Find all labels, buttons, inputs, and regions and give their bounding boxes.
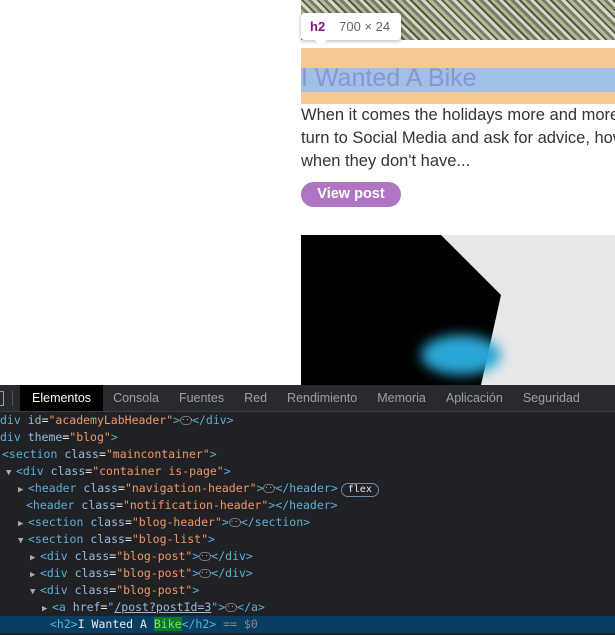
dom-node[interactable]: ▼ <section class="blog-list"> [0,531,615,548]
web-page: I Wanted A Bike h2 700 × 24 When it comes… [0,0,615,385]
excerpt-line: turn to Social Media and ask for advice,… [301,129,615,147]
dom-node[interactable]: ▼ <div class="container is-page"> [0,463,615,480]
dom-node[interactable]: ▶ <a href="/post?postId=3">···</a> [0,599,615,616]
dom-tree: div id="academyLabHeader">···</div> div t… [0,412,615,633]
post-title: I Wanted A Bike [301,64,477,92]
view-post-button[interactable]: View post [301,182,401,207]
dom-node[interactable]: div id="academyLabHeader">···</div> [0,412,615,429]
dom-node[interactable]: ▶ <div class="blog-post">···</div> [0,565,615,582]
ellipsis-icon[interactable]: ··· [180,416,194,425]
inspect-icon[interactable] [0,391,4,406]
tab-elementos[interactable]: Elementos [20,385,104,411]
devtools-tabs: Elementos Consola Fuentes Red Rendimient… [0,385,615,412]
dom-node[interactable]: div theme="blog"> [0,429,615,446]
post-image[interactable] [301,235,615,385]
tab-seguridad[interactable]: Seguridad [513,385,590,411]
tab-fuentes[interactable]: Fuentes [169,385,234,411]
ellipsis-icon[interactable]: ··· [263,484,277,493]
ellipsis-icon[interactable]: ··· [228,518,242,527]
excerpt-line: When it comes the holidays more and more… [301,106,615,124]
tooltip-tag: h2 [310,19,326,34]
dom-node[interactable]: <header class="notification-header"></he… [0,497,615,514]
tab-consola[interactable]: Consola [103,385,169,411]
dom-node[interactable]: <section class="maincontainer"> [0,446,615,463]
tab-aplicacion[interactable]: Aplicación [436,385,513,411]
inspect-tooltip: h2 700 × 24 [301,13,401,46]
tooltip-dimensions: 700 × 24 [339,19,391,34]
devtools-panel: Elementos Consola Fuentes Red Rendimient… [0,385,615,635]
flex-badge[interactable]: flex [340,483,379,497]
ellipsis-icon[interactable]: ··· [225,603,239,612]
tab-rendimiento[interactable]: Rendimiento [277,385,367,411]
search-highlight: Bike [153,617,182,631]
tab-red[interactable]: Red [234,385,277,411]
tab-memoria[interactable]: Memoria [367,385,436,411]
ellipsis-icon[interactable]: ··· [199,569,213,578]
excerpt-line: when they don't have... [301,152,471,170]
dom-node[interactable]: ▶ <div class="blog-post">···</div> [0,548,615,565]
ellipsis-icon[interactable]: ··· [199,552,213,561]
dom-node[interactable]: ▶ <header class="navigation-header">···</… [0,480,615,497]
dom-node[interactable]: ▶ <section class="blog-header">···</secti… [0,514,615,531]
post-excerpt: When it comes the holidays more and more… [301,104,615,173]
dom-node-selected[interactable]: <h2>I Wanted A Bike</h2> == $0 [0,616,615,633]
href-link[interactable]: /post?postId=3 [114,600,211,614]
dom-node[interactable]: ▼ <div class="blog-post"> [0,582,615,599]
